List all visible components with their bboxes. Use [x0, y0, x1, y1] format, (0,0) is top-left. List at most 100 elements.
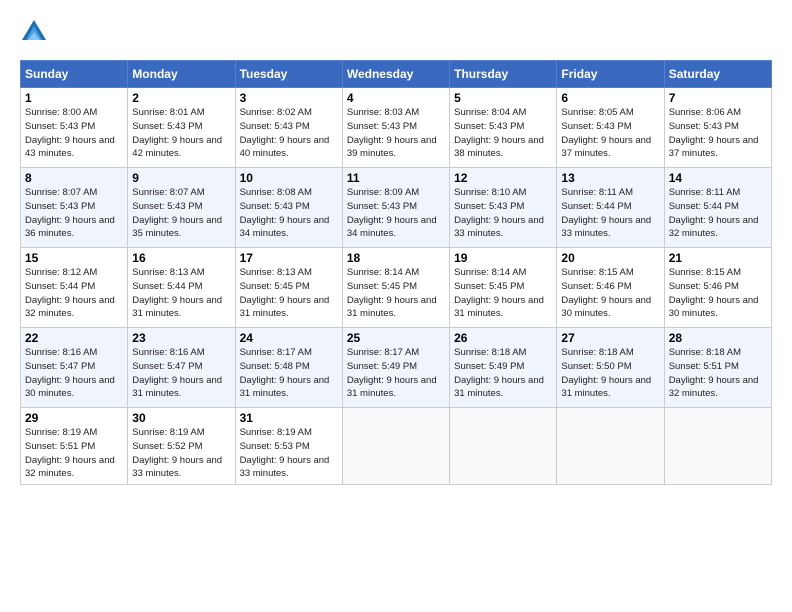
day-info: Sunrise: 8:07 AMSunset: 5:43 PMDaylight:… — [132, 187, 222, 239]
day-cell: 30 Sunrise: 8:19 AMSunset: 5:52 PMDaylig… — [128, 408, 235, 485]
day-info: Sunrise: 8:07 AMSunset: 5:43 PMDaylight:… — [25, 187, 115, 239]
day-cell: 31 Sunrise: 8:19 AMSunset: 5:53 PMDaylig… — [235, 408, 342, 485]
day-cell — [557, 408, 664, 485]
day-number: 17 — [240, 251, 338, 265]
day-cell: 28 Sunrise: 8:18 AMSunset: 5:51 PMDaylig… — [664, 328, 771, 408]
day-cell: 3 Sunrise: 8:02 AMSunset: 5:43 PMDayligh… — [235, 88, 342, 168]
day-info: Sunrise: 8:10 AMSunset: 5:43 PMDaylight:… — [454, 187, 544, 239]
day-cell: 14 Sunrise: 8:11 AMSunset: 5:44 PMDaylig… — [664, 168, 771, 248]
day-info: Sunrise: 8:19 AMSunset: 5:52 PMDaylight:… — [132, 427, 222, 479]
day-info: Sunrise: 8:14 AMSunset: 5:45 PMDaylight:… — [454, 267, 544, 319]
day-number: 4 — [347, 91, 445, 105]
day-info: Sunrise: 8:17 AMSunset: 5:49 PMDaylight:… — [347, 347, 437, 399]
day-number: 13 — [561, 171, 659, 185]
day-cell: 25 Sunrise: 8:17 AMSunset: 5:49 PMDaylig… — [342, 328, 449, 408]
day-info: Sunrise: 8:01 AMSunset: 5:43 PMDaylight:… — [132, 107, 222, 159]
day-cell: 18 Sunrise: 8:14 AMSunset: 5:45 PMDaylig… — [342, 248, 449, 328]
day-number: 22 — [25, 331, 123, 345]
day-number: 10 — [240, 171, 338, 185]
day-info: Sunrise: 8:18 AMSunset: 5:51 PMDaylight:… — [669, 347, 759, 399]
day-number: 9 — [132, 171, 230, 185]
day-number: 12 — [454, 171, 552, 185]
day-info: Sunrise: 8:16 AMSunset: 5:47 PMDaylight:… — [132, 347, 222, 399]
day-number: 7 — [669, 91, 767, 105]
day-cell: 20 Sunrise: 8:15 AMSunset: 5:46 PMDaylig… — [557, 248, 664, 328]
day-info: Sunrise: 8:17 AMSunset: 5:48 PMDaylight:… — [240, 347, 330, 399]
day-info: Sunrise: 8:09 AMSunset: 5:43 PMDaylight:… — [347, 187, 437, 239]
day-info: Sunrise: 8:15 AMSunset: 5:46 PMDaylight:… — [561, 267, 651, 319]
day-cell: 8 Sunrise: 8:07 AMSunset: 5:43 PMDayligh… — [21, 168, 128, 248]
week-row-1: 1 Sunrise: 8:00 AMSunset: 5:43 PMDayligh… — [21, 88, 772, 168]
day-cell — [664, 408, 771, 485]
day-number: 14 — [669, 171, 767, 185]
day-cell: 24 Sunrise: 8:17 AMSunset: 5:48 PMDaylig… — [235, 328, 342, 408]
day-number: 26 — [454, 331, 552, 345]
day-cell: 5 Sunrise: 8:04 AMSunset: 5:43 PMDayligh… — [450, 88, 557, 168]
day-cell: 11 Sunrise: 8:09 AMSunset: 5:43 PMDaylig… — [342, 168, 449, 248]
day-number: 25 — [347, 331, 445, 345]
day-info: Sunrise: 8:05 AMSunset: 5:43 PMDaylight:… — [561, 107, 651, 159]
day-info: Sunrise: 8:04 AMSunset: 5:43 PMDaylight:… — [454, 107, 544, 159]
day-info: Sunrise: 8:19 AMSunset: 5:51 PMDaylight:… — [25, 427, 115, 479]
day-cell: 1 Sunrise: 8:00 AMSunset: 5:43 PMDayligh… — [21, 88, 128, 168]
day-info: Sunrise: 8:13 AMSunset: 5:45 PMDaylight:… — [240, 267, 330, 319]
day-number: 20 — [561, 251, 659, 265]
day-cell: 6 Sunrise: 8:05 AMSunset: 5:43 PMDayligh… — [557, 88, 664, 168]
day-cell: 12 Sunrise: 8:10 AMSunset: 5:43 PMDaylig… — [450, 168, 557, 248]
day-info: Sunrise: 8:11 AMSunset: 5:44 PMDaylight:… — [561, 187, 651, 239]
day-info: Sunrise: 8:00 AMSunset: 5:43 PMDaylight:… — [25, 107, 115, 159]
logo — [20, 18, 52, 46]
day-cell — [342, 408, 449, 485]
day-cell: 26 Sunrise: 8:18 AMSunset: 5:49 PMDaylig… — [450, 328, 557, 408]
page: SundayMondayTuesdayWednesdayThursdayFrid… — [0, 0, 792, 495]
day-number: 16 — [132, 251, 230, 265]
day-info: Sunrise: 8:14 AMSunset: 5:45 PMDaylight:… — [347, 267, 437, 319]
day-number: 29 — [25, 411, 123, 425]
logo-icon — [20, 18, 48, 46]
day-number: 28 — [669, 331, 767, 345]
day-cell — [450, 408, 557, 485]
col-header-tuesday: Tuesday — [235, 61, 342, 88]
day-info: Sunrise: 8:18 AMSunset: 5:50 PMDaylight:… — [561, 347, 651, 399]
day-info: Sunrise: 8:13 AMSunset: 5:44 PMDaylight:… — [132, 267, 222, 319]
day-cell: 23 Sunrise: 8:16 AMSunset: 5:47 PMDaylig… — [128, 328, 235, 408]
day-info: Sunrise: 8:16 AMSunset: 5:47 PMDaylight:… — [25, 347, 115, 399]
col-header-saturday: Saturday — [664, 61, 771, 88]
day-cell: 16 Sunrise: 8:13 AMSunset: 5:44 PMDaylig… — [128, 248, 235, 328]
day-number: 24 — [240, 331, 338, 345]
header — [20, 18, 772, 46]
col-header-thursday: Thursday — [450, 61, 557, 88]
week-row-5: 29 Sunrise: 8:19 AMSunset: 5:51 PMDaylig… — [21, 408, 772, 485]
day-cell: 9 Sunrise: 8:07 AMSunset: 5:43 PMDayligh… — [128, 168, 235, 248]
day-cell: 29 Sunrise: 8:19 AMSunset: 5:51 PMDaylig… — [21, 408, 128, 485]
col-header-wednesday: Wednesday — [342, 61, 449, 88]
day-cell: 22 Sunrise: 8:16 AMSunset: 5:47 PMDaylig… — [21, 328, 128, 408]
col-header-friday: Friday — [557, 61, 664, 88]
day-number: 18 — [347, 251, 445, 265]
day-info: Sunrise: 8:18 AMSunset: 5:49 PMDaylight:… — [454, 347, 544, 399]
day-cell: 2 Sunrise: 8:01 AMSunset: 5:43 PMDayligh… — [128, 88, 235, 168]
day-number: 11 — [347, 171, 445, 185]
col-header-sunday: Sunday — [21, 61, 128, 88]
day-info: Sunrise: 8:06 AMSunset: 5:43 PMDaylight:… — [669, 107, 759, 159]
day-number: 21 — [669, 251, 767, 265]
day-number: 15 — [25, 251, 123, 265]
day-number: 6 — [561, 91, 659, 105]
day-number: 2 — [132, 91, 230, 105]
day-cell: 15 Sunrise: 8:12 AMSunset: 5:44 PMDaylig… — [21, 248, 128, 328]
day-number: 5 — [454, 91, 552, 105]
day-info: Sunrise: 8:11 AMSunset: 5:44 PMDaylight:… — [669, 187, 759, 239]
day-number: 3 — [240, 91, 338, 105]
day-cell: 27 Sunrise: 8:18 AMSunset: 5:50 PMDaylig… — [557, 328, 664, 408]
day-cell: 17 Sunrise: 8:13 AMSunset: 5:45 PMDaylig… — [235, 248, 342, 328]
day-info: Sunrise: 8:19 AMSunset: 5:53 PMDaylight:… — [240, 427, 330, 479]
col-header-monday: Monday — [128, 61, 235, 88]
calendar-table: SundayMondayTuesdayWednesdayThursdayFrid… — [20, 60, 772, 485]
header-row: SundayMondayTuesdayWednesdayThursdayFrid… — [21, 61, 772, 88]
day-info: Sunrise: 8:12 AMSunset: 5:44 PMDaylight:… — [25, 267, 115, 319]
day-number: 19 — [454, 251, 552, 265]
day-cell: 19 Sunrise: 8:14 AMSunset: 5:45 PMDaylig… — [450, 248, 557, 328]
day-number: 23 — [132, 331, 230, 345]
day-cell: 10 Sunrise: 8:08 AMSunset: 5:43 PMDaylig… — [235, 168, 342, 248]
day-cell: 21 Sunrise: 8:15 AMSunset: 5:46 PMDaylig… — [664, 248, 771, 328]
